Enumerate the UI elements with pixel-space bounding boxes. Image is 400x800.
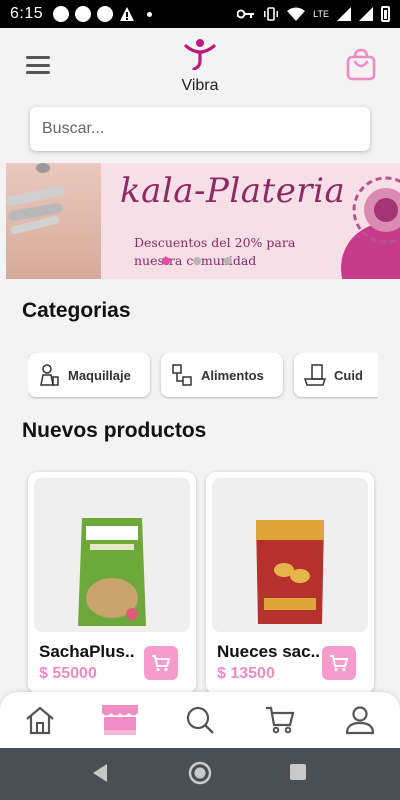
add-to-cart-button[interactable] <box>144 646 178 680</box>
home-icon <box>26 706 54 735</box>
product-name: SachaPlus.. <box>39 642 135 661</box>
battery-icon <box>381 6 390 22</box>
profile-icon <box>345 706 375 735</box>
categories-list: Maquillaje Alimentos Cuid <box>28 353 378 399</box>
notification-icons <box>53 6 153 22</box>
product-name: Nueces sac.. <box>217 642 321 661</box>
mandala-icon <box>352 176 400 244</box>
makeup-icon <box>40 364 59 386</box>
menu-icon[interactable] <box>26 56 50 74</box>
product-image <box>34 478 190 632</box>
product-image <box>212 478 368 632</box>
product-card[interactable]: Nueces sac.. $ 13500 <box>206 472 374 694</box>
cart-icon <box>330 655 349 672</box>
vibra-logo-icon <box>184 39 216 71</box>
signal-2-icon <box>359 7 373 21</box>
search-input[interactable] <box>30 107 370 151</box>
vibrate-icon <box>264 7 279 21</box>
category-food[interactable]: Alimentos <box>161 353 283 397</box>
add-to-cart-button[interactable] <box>322 646 356 680</box>
recents-icon[interactable] <box>289 763 307 781</box>
categories-heading: Categorias <box>22 299 131 322</box>
product-package-icon <box>78 518 146 626</box>
nav-store[interactable] <box>100 702 140 738</box>
status-time: 6:15 <box>10 5 44 22</box>
cart-icon <box>266 706 295 734</box>
whatsapp-icon <box>53 6 70 22</box>
app-header: Vibra <box>0 28 400 100</box>
a-app-icon <box>97 6 114 22</box>
b-app-icon <box>75 6 92 22</box>
product-card[interactable]: SachaPlus.. $ 55000 <box>28 472 196 694</box>
nav-home[interactable] <box>22 702 58 738</box>
category-care[interactable]: Cuid <box>294 353 378 397</box>
key-icon <box>237 9 255 19</box>
category-label: Maquillaje <box>68 367 131 383</box>
alert-icon <box>120 7 135 21</box>
nav-search[interactable] <box>182 702 218 738</box>
food-icon <box>172 364 192 386</box>
status-bar: 6:15 LTE <box>0 0 400 28</box>
store-icon <box>102 705 138 735</box>
brand-name: Vibra <box>181 77 219 94</box>
category-label: Cuid <box>334 367 363 383</box>
home-circle-icon[interactable] <box>188 761 212 785</box>
banner-subtitle: Descuentos del 20% para <box>134 235 296 250</box>
new-products-heading: Nuevos productos <box>22 419 207 442</box>
product-package-icon <box>256 520 324 624</box>
carousel-dot[interactable] <box>162 257 170 265</box>
signal-icon <box>337 7 351 21</box>
product-price: $ 13500 <box>217 665 275 682</box>
banner-title: kala-Plateria <box>120 171 346 211</box>
more-notifications-dot <box>147 11 153 17</box>
carousel-dot[interactable] <box>193 257 201 265</box>
bottom-navigation <box>0 692 400 748</box>
nav-profile[interactable] <box>342 702 378 738</box>
wifi-icon <box>287 7 306 21</box>
carousel-dot[interactable] <box>224 257 232 265</box>
back-icon[interactable] <box>90 762 110 784</box>
carousel-dots <box>162 257 232 265</box>
product-price: $ 55000 <box>39 665 97 682</box>
brand-logo: Vibra <box>175 38 225 94</box>
ring-decoration <box>36 163 50 173</box>
system-navigation-bar <box>0 748 400 800</box>
nav-cart[interactable] <box>262 702 298 738</box>
cart-icon <box>152 655 171 672</box>
category-makeup[interactable]: Maquillaje <box>28 353 150 397</box>
search-box[interactable] <box>30 107 370 151</box>
care-icon <box>304 364 326 386</box>
shopping-bag-icon[interactable] <box>344 48 378 82</box>
network-type: LTE <box>313 9 329 19</box>
category-label: Alimentos <box>201 367 264 383</box>
search-icon <box>186 706 214 734</box>
